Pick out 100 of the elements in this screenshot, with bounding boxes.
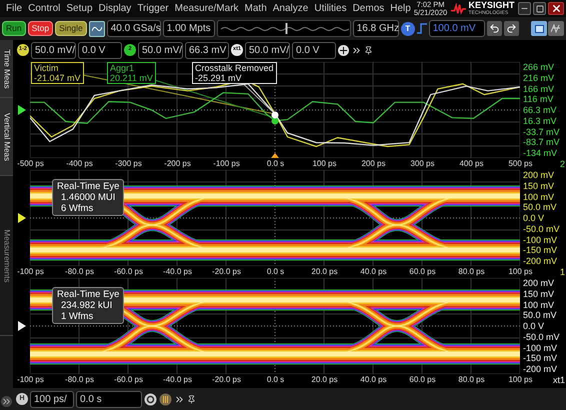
channel-scale-field[interactable]: 50.0 mV/ xyxy=(138,42,183,58)
menu-item[interactable]: Setup xyxy=(63,1,96,16)
x-axis-label: -40.0 ps xyxy=(163,375,192,385)
time-position-field[interactable]: 0.0 s xyxy=(76,390,142,408)
x-axis-label: 20.0 ps xyxy=(311,375,338,385)
y-axis-label: 0.0 V xyxy=(523,321,546,331)
close-icon xyxy=(550,3,562,14)
x-axis-label: -300 ps xyxy=(115,159,142,169)
y-axis-label: 100 mV xyxy=(523,192,556,202)
auto-scale-button[interactable] xyxy=(88,20,105,36)
ground-marker-icon xyxy=(18,104,28,116)
ground-marker-icon xyxy=(18,212,28,224)
x-axis-label: -80.0 ps xyxy=(65,375,94,385)
menu-item[interactable]: Measure/Mark xyxy=(172,1,242,16)
zoom-tool-button[interactable] xyxy=(531,21,547,36)
menu-item[interactable]: Utilities xyxy=(311,1,350,16)
acquisition-button[interactable]: Stop xyxy=(28,21,54,36)
stripes-icon[interactable] xyxy=(159,392,172,406)
y-axis-label: -100 mV xyxy=(523,234,558,244)
menu-item[interactable]: File xyxy=(3,1,26,16)
side-tab[interactable]: Vertical Meas xyxy=(0,98,13,176)
acquisition-button[interactable]: Single xyxy=(55,21,87,36)
pin-icon[interactable] xyxy=(364,46,373,54)
menu-item[interactable]: Analyze xyxy=(270,1,312,16)
y-axis-label: 50.0 mV xyxy=(523,310,558,320)
trace-tag: xt1 xyxy=(552,375,566,385)
x-axis-label: 20.0 ps xyxy=(311,267,338,277)
y-axis-label: 0.0 V xyxy=(523,213,546,223)
more-icon[interactable] xyxy=(174,394,185,404)
y-axis-label: -100 mV xyxy=(523,342,558,352)
y-axis-label: -200 mV xyxy=(523,256,558,266)
x-axis-label: -40.0 ps xyxy=(163,267,192,277)
bandwidth-field[interactable]: 16.8 GHz xyxy=(352,20,399,37)
restore-button[interactable] xyxy=(533,2,546,15)
eye-info-box: Real-Time Eye 234.982 kUI 1 Wfms xyxy=(52,287,124,324)
x-axis-label: 500 ps xyxy=(508,159,533,169)
channel-offset-field[interactable]: 0.0 V xyxy=(78,42,122,58)
x-axis-label: 80.0 ps xyxy=(458,375,485,385)
measurement-marker-label: Victim -21.047 mV xyxy=(31,62,84,84)
x-axis-label: 100 ps xyxy=(508,375,533,385)
pin-icon[interactable] xyxy=(187,394,196,404)
y-axis-label: 150 mV xyxy=(523,288,556,299)
trigger-badge[interactable]: T xyxy=(400,22,415,36)
close-button[interactable] xyxy=(548,2,564,15)
menu-item[interactable]: Control xyxy=(25,1,64,16)
redo-button[interactable] xyxy=(504,21,519,36)
time-scale-field[interactable]: 100 ps/ xyxy=(30,390,74,408)
y-axis-label: -83.7 mV xyxy=(523,137,561,148)
y-axis-label: 50.0 mV xyxy=(523,202,558,212)
sample-rate-field[interactable]: 40.0 GSa/s xyxy=(106,20,161,37)
more-icon[interactable] xyxy=(351,44,362,56)
x-axis-label: 60.0 ps xyxy=(409,267,436,277)
menu-item[interactable]: Help xyxy=(387,1,414,16)
y-axis-label: -150 mV xyxy=(523,353,558,364)
y-axis-label: 100 mV xyxy=(523,300,556,310)
x-axis-label: 100 ps xyxy=(508,267,533,277)
reset-icon[interactable] xyxy=(144,392,157,406)
y-axis-label: -50.0 mV xyxy=(523,332,561,342)
channel-scale-field[interactable]: 50.0 mV/ xyxy=(31,42,76,58)
menu-item[interactable]: Trigger xyxy=(134,1,172,16)
x-axis-label: -20.0 ps xyxy=(212,375,241,385)
y-axis-label: -134 mV xyxy=(523,148,558,158)
expand-icon[interactable] xyxy=(1,396,12,407)
trigger-level-field[interactable]: 100.0 mV xyxy=(428,20,485,37)
x-axis-label: -200 ps xyxy=(164,159,191,169)
channel-offset-field[interactable]: 66.3 mV xyxy=(185,42,229,58)
x-axis-label: 0.0 s xyxy=(266,375,284,385)
x-axis-label: -100 ps xyxy=(17,375,44,385)
channel-offset-field[interactable]: 0.0 V xyxy=(292,42,336,58)
menu-item[interactable]: Display xyxy=(96,1,134,16)
x-axis-label: 0.0 s xyxy=(266,159,284,169)
waveform-icon xyxy=(92,24,102,32)
memory-depth-field[interactable]: 1.00 Mpts xyxy=(162,20,215,37)
y-axis-label: 200 mV xyxy=(523,278,556,288)
y-axis-label: 216 mV xyxy=(523,72,556,83)
y-axis-label: -33.7 mV xyxy=(523,126,561,136)
x-axis-label: -60.0 ps xyxy=(114,267,143,277)
measurement-marker-label: Crosstalk Removed -25.291 mV xyxy=(192,62,277,84)
add-icon[interactable] xyxy=(338,44,349,56)
x-axis-label: -400 ps xyxy=(66,159,93,169)
menu-item[interactable]: Math xyxy=(242,1,270,16)
y-axis-label: 66.3 mV xyxy=(523,105,558,115)
undo-button[interactable] xyxy=(486,21,502,36)
x-axis-label: -100 ps xyxy=(213,159,240,169)
side-tab[interactable]: Time Meas xyxy=(0,40,13,98)
y-axis-label: 200 mV xyxy=(523,170,556,180)
minimize-button[interactable] xyxy=(518,2,532,15)
y-axis-label: 266 mV xyxy=(523,62,556,72)
logo-name: KEYSIGHT xyxy=(468,1,514,10)
menu-item[interactable]: Demos xyxy=(350,1,388,16)
acquisition-button[interactable]: Run xyxy=(2,21,26,36)
trace-tag: 2 xyxy=(560,159,566,169)
channel-scale-field[interactable]: 50.0 mV/ xyxy=(245,42,290,58)
ground-marker-icon xyxy=(18,320,28,332)
bandwidth-slider[interactable] xyxy=(216,20,351,37)
x-axis-label: 400 ps xyxy=(459,159,484,169)
logo-wave-icon xyxy=(451,2,466,14)
x-axis-label: 40.0 ps xyxy=(360,375,387,385)
x-axis-label: -80.0 ps xyxy=(65,267,94,277)
measure-tool-button[interactable] xyxy=(548,21,564,36)
